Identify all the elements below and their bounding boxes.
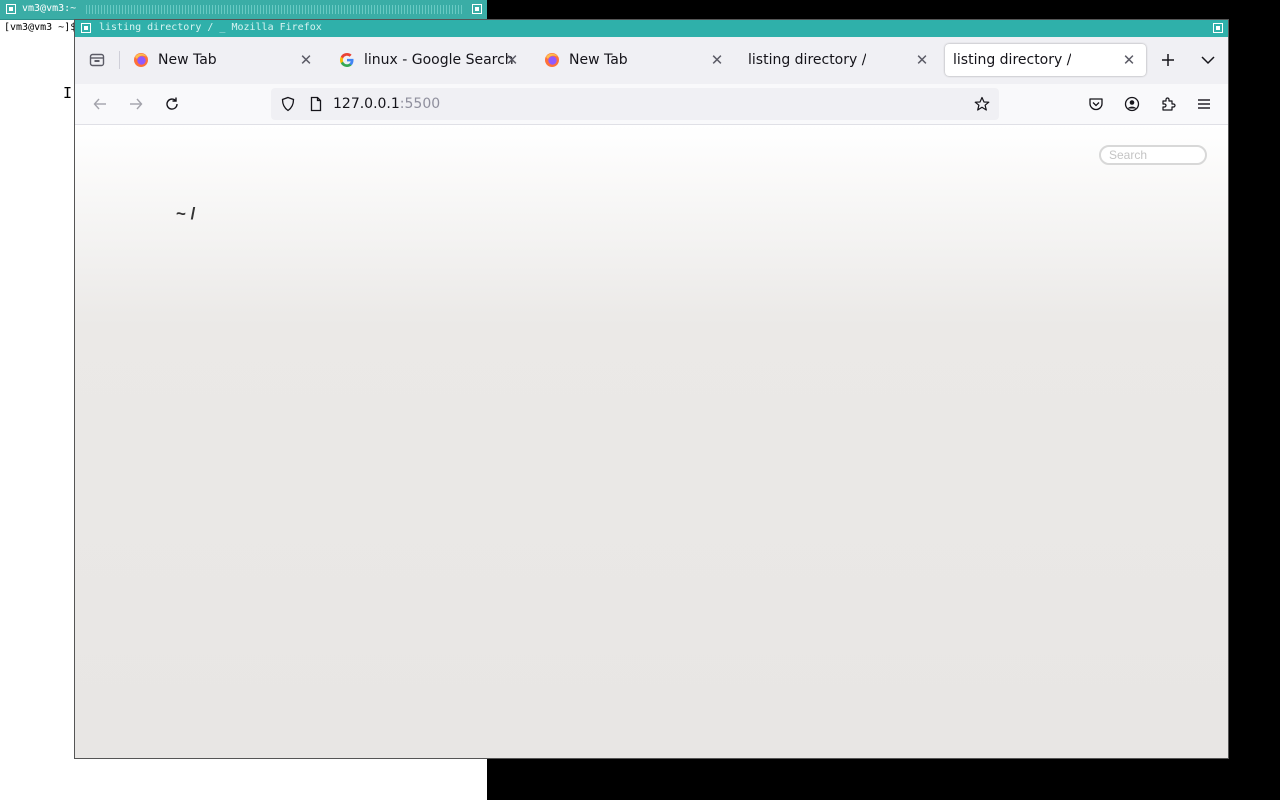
firefox-icon (134, 53, 148, 67)
terminal-prompt: [vm3@vm3 ~]$ (4, 22, 77, 33)
tab-listing-directory-1[interactable]: listing directory / ✕ (739, 44, 939, 76)
firefox-icon (545, 53, 559, 67)
firefox-window-titlebar[interactable]: listing directory / _ Mozilla Firefox (75, 20, 1228, 37)
window-title: listing directory / _ Mozilla Firefox (99, 22, 322, 33)
window-maximize-button[interactable] (1213, 23, 1223, 33)
firefox-view-icon (89, 53, 105, 67)
reload-icon (166, 97, 178, 110)
close-icon[interactable]: ✕ (913, 51, 931, 69)
arrow-right-icon (130, 98, 143, 110)
hamburger-icon (1198, 99, 1210, 109)
tab-strip: New Tab ✕ linux - Google Search ✕ New Ta… (75, 37, 1228, 84)
google-icon (340, 53, 354, 67)
window-menu-button[interactable] (81, 23, 91, 33)
terminal-titlebar-grip (86, 5, 463, 14)
extensions-button[interactable] (1153, 89, 1183, 119)
firefox-view-button[interactable] (82, 45, 112, 75)
tab-listing-directory-active[interactable]: listing directory / ✕ (945, 44, 1146, 76)
pocket-button[interactable] (1081, 89, 1111, 119)
tab-label: New Tab (569, 52, 628, 68)
navigation-toolbar: 127.0.0.1:5500 (75, 84, 1228, 125)
close-icon[interactable]: ✕ (1120, 51, 1138, 69)
list-all-tabs-button[interactable] (1193, 45, 1223, 75)
star-icon[interactable] (974, 96, 990, 112)
search-input[interactable] (1099, 145, 1207, 165)
plus-icon (1162, 54, 1174, 66)
url-port: :5500 (399, 96, 441, 112)
pocket-icon (1089, 98, 1103, 111)
account-icon (1124, 96, 1140, 112)
page-content: ~ / (75, 125, 1228, 758)
chevron-down-icon (1201, 56, 1215, 65)
app-menu-button[interactable] (1189, 89, 1219, 119)
tab-google-search[interactable]: linux - Google Search ✕ (329, 44, 529, 76)
breadcrumb[interactable]: ~ / (176, 204, 195, 224)
url-text[interactable]: 127.0.0.1:5500 (333, 96, 440, 112)
new-tab-button[interactable] (1153, 45, 1183, 75)
terminal-titlebar[interactable]: vm3@vm3:~ (0, 0, 487, 20)
reload-button[interactable] (157, 89, 187, 119)
terminal-title: vm3@vm3:~ (22, 3, 77, 14)
tab-label: listing directory / (748, 52, 867, 68)
page-icon[interactable] (308, 96, 324, 112)
address-bar[interactable]: 127.0.0.1:5500 (271, 88, 999, 120)
close-icon[interactable]: ✕ (297, 51, 315, 69)
tab-separator (119, 51, 120, 69)
arrow-left-icon (93, 98, 106, 110)
close-icon[interactable]: ✕ (503, 51, 521, 69)
shield-icon[interactable] (280, 96, 296, 112)
close-icon[interactable]: ✕ (708, 51, 726, 69)
tab-label: linux - Google Search (364, 52, 514, 68)
tab-label: New Tab (158, 52, 217, 68)
account-button[interactable] (1117, 89, 1147, 119)
terminal-maximize-button[interactable] (472, 4, 482, 14)
tab-new-tab-1[interactable]: New Tab ✕ (123, 44, 323, 76)
terminal-menu-button[interactable] (6, 4, 16, 14)
forward-button[interactable] (121, 89, 151, 119)
firefox-window[interactable]: listing directory / _ Mozilla Firefox Ne… (74, 19, 1229, 759)
url-host: 127.0.0.1 (333, 96, 400, 112)
tab-new-tab-2[interactable]: New Tab ✕ (534, 44, 734, 76)
back-button[interactable] (85, 89, 115, 119)
puzzle-icon (1162, 97, 1176, 111)
tab-label: listing directory / (953, 52, 1072, 68)
text-cursor-icon: I (63, 84, 73, 102)
